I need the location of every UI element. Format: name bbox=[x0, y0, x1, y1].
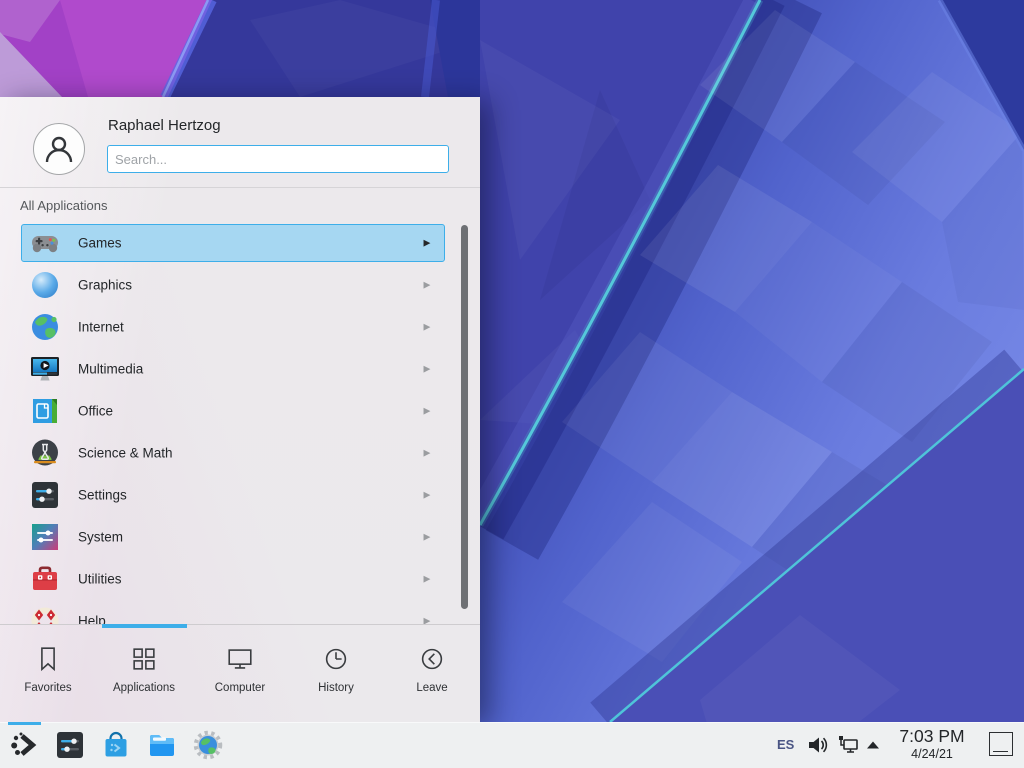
submenu-arrow-icon: ▶ bbox=[420, 574, 434, 585]
tab-favorites[interactable]: Favorites bbox=[0, 628, 96, 722]
app-grid-icon bbox=[129, 644, 159, 674]
category-system[interactable]: System ▶ bbox=[0, 516, 480, 558]
tabbar-divider bbox=[0, 624, 480, 625]
category-graphics[interactable]: Graphics ▶ bbox=[0, 264, 480, 306]
submenu-arrow-icon: ▶ bbox=[420, 616, 434, 625]
submenu-arrow-icon: ▶ bbox=[420, 364, 434, 375]
application-launcher-button[interactable] bbox=[8, 729, 40, 761]
submenu-arrow-icon: ▶ bbox=[420, 448, 434, 459]
user-avatar[interactable] bbox=[33, 123, 85, 175]
list-scrollbar[interactable] bbox=[461, 225, 468, 609]
globe-icon bbox=[29, 311, 61, 343]
discover-software-button[interactable] bbox=[100, 729, 132, 761]
category-list: Games ▶ Graphics ▶ bbox=[0, 222, 480, 624]
web-browser-button[interactable] bbox=[192, 729, 224, 761]
sliders-icon bbox=[29, 479, 61, 511]
category-settings[interactable]: Settings ▶ bbox=[0, 474, 480, 516]
tab-applications[interactable]: Applications bbox=[96, 628, 192, 722]
category-office[interactable]: Office ▶ bbox=[0, 390, 480, 432]
document-icon bbox=[29, 395, 61, 427]
header-divider bbox=[0, 187, 480, 188]
leave-icon bbox=[417, 644, 447, 674]
tab-leave[interactable]: Leave bbox=[384, 628, 480, 722]
tab-computer[interactable]: Computer bbox=[192, 628, 288, 722]
digital-clock[interactable]: 7:03 PM 4/24/21 bbox=[884, 726, 980, 762]
network-icon[interactable] bbox=[836, 733, 860, 757]
category-help[interactable]: Help ▶ bbox=[0, 600, 480, 624]
history-clock-icon bbox=[321, 644, 351, 674]
submenu-arrow-icon: ▶ bbox=[420, 238, 434, 249]
category-internet[interactable]: Internet ▶ bbox=[0, 306, 480, 348]
clock-date: 4/24/21 bbox=[884, 747, 980, 762]
bookmark-icon bbox=[33, 644, 63, 674]
toolbox-icon bbox=[29, 563, 61, 595]
submenu-arrow-icon: ▶ bbox=[420, 406, 434, 417]
category-science-math[interactable]: Science & Math ▶ bbox=[0, 432, 480, 474]
submenu-arrow-icon: ▶ bbox=[420, 490, 434, 501]
launcher-tabbar: Favorites Applications Computer bbox=[0, 628, 480, 722]
category-multimedia[interactable]: Multimedia ▶ bbox=[0, 348, 480, 390]
search-input[interactable] bbox=[107, 145, 449, 173]
file-manager-button[interactable] bbox=[146, 729, 178, 761]
sphere-icon bbox=[29, 269, 61, 301]
clock-time: 7:03 PM bbox=[884, 726, 980, 747]
submenu-arrow-icon: ▶ bbox=[420, 532, 434, 543]
system-sliders-icon bbox=[29, 521, 61, 553]
submenu-arrow-icon: ▶ bbox=[420, 280, 434, 291]
expand-tray-arrow-icon[interactable] bbox=[866, 740, 880, 750]
computer-icon bbox=[225, 644, 255, 674]
category-utilities[interactable]: Utilities ▶ bbox=[0, 558, 480, 600]
show-desktop-glyph bbox=[993, 751, 1008, 753]
taskbar-panel: ES 7:03 PM 4/24/21 bbox=[0, 722, 1024, 768]
section-label: All Applications bbox=[20, 198, 107, 213]
volume-icon[interactable] bbox=[806, 733, 830, 757]
user-name: Raphael Hertzog bbox=[108, 117, 221, 134]
show-desktop-button[interactable] bbox=[989, 732, 1013, 756]
submenu-arrow-icon: ▶ bbox=[420, 322, 434, 333]
help-buoy-icon bbox=[29, 605, 61, 624]
desktop: Raphael Hertzog All Applications Games ▶ bbox=[0, 0, 1024, 768]
category-games[interactable]: Games ▶ bbox=[0, 222, 480, 264]
flask-icon bbox=[29, 437, 61, 469]
application-launcher-menu: Raphael Hertzog All Applications Games ▶ bbox=[0, 97, 480, 722]
keyboard-layout-indicator[interactable]: ES bbox=[777, 737, 794, 752]
tab-history[interactable]: History bbox=[288, 628, 384, 722]
system-settings-button[interactable] bbox=[54, 729, 86, 761]
user-icon bbox=[42, 132, 76, 166]
gamepad-icon bbox=[29, 227, 61, 259]
launcher-active-indicator bbox=[8, 722, 41, 725]
monitor-play-icon bbox=[29, 353, 61, 385]
